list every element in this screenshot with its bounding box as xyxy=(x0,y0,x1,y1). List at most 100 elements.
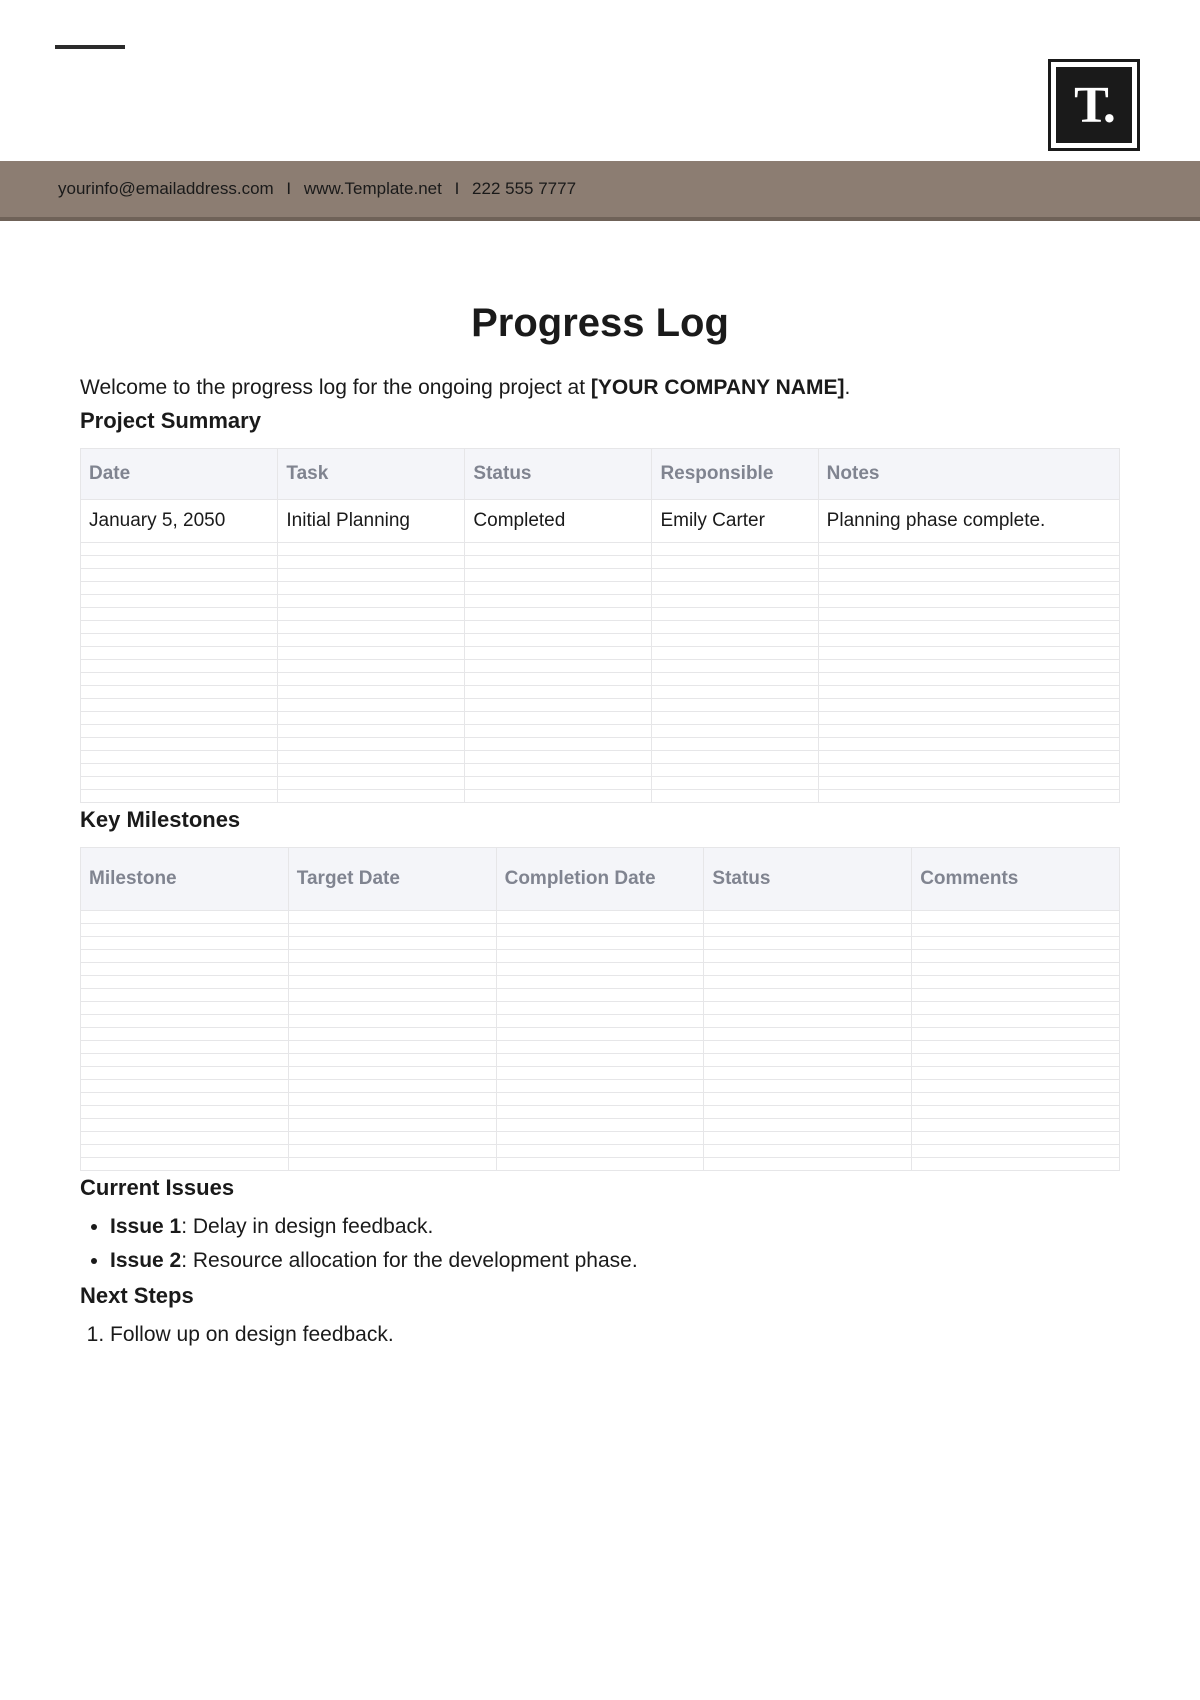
table-row xyxy=(81,1002,1120,1015)
table-cell xyxy=(652,725,818,738)
table-cell xyxy=(704,1002,912,1015)
table-cell xyxy=(81,608,278,621)
intro-suffix: . xyxy=(844,376,850,399)
table-cell xyxy=(912,1002,1120,1015)
table-row xyxy=(81,950,1120,963)
table-cell xyxy=(496,950,704,963)
table-cell xyxy=(818,712,1119,725)
table-cell xyxy=(704,1132,912,1145)
table-cell xyxy=(278,621,465,634)
table-row xyxy=(81,660,1120,673)
table-cell xyxy=(704,1054,912,1067)
table-cell xyxy=(465,777,652,790)
table-row: January 5, 2050Initial PlanningCompleted… xyxy=(81,500,1120,543)
table-cell xyxy=(496,1015,704,1028)
table-row xyxy=(81,989,1120,1002)
table-cell xyxy=(465,634,652,647)
table-cell xyxy=(496,1041,704,1054)
table-row xyxy=(81,647,1120,660)
table-cell xyxy=(288,924,496,937)
table-cell xyxy=(288,1015,496,1028)
table-cell xyxy=(652,608,818,621)
table-cell xyxy=(81,989,289,1002)
section-project-summary: Project Summary xyxy=(80,408,1120,434)
table-cell xyxy=(652,556,818,569)
table-row xyxy=(81,1041,1120,1054)
table-cell xyxy=(288,1106,496,1119)
table-cell xyxy=(912,1093,1120,1106)
table-row xyxy=(81,543,1120,556)
table-row xyxy=(81,673,1120,686)
table-cell xyxy=(496,1028,704,1041)
section-next-steps: Next Steps xyxy=(80,1283,1120,1309)
table-cell xyxy=(912,924,1120,937)
table-cell xyxy=(496,1106,704,1119)
table-cell xyxy=(912,1119,1120,1132)
table-cell xyxy=(496,911,704,924)
intro-company: [YOUR COMPANY NAME] xyxy=(591,376,845,399)
th-milestone: Milestone xyxy=(81,848,289,911)
table-cell xyxy=(818,751,1119,764)
table-cell xyxy=(912,1041,1120,1054)
info-website: www.Template.net xyxy=(304,179,442,198)
table-row xyxy=(81,595,1120,608)
issue-label: Issue 1 xyxy=(110,1215,181,1238)
table-cell xyxy=(465,790,652,803)
table-cell xyxy=(496,1093,704,1106)
table-cell xyxy=(288,1080,496,1093)
table-cell xyxy=(465,608,652,621)
table-row xyxy=(81,1080,1120,1093)
table-cell xyxy=(652,543,818,556)
table-cell xyxy=(465,647,652,660)
table-cell xyxy=(288,937,496,950)
table-cell xyxy=(496,1145,704,1158)
table-cell xyxy=(81,595,278,608)
table-cell xyxy=(288,976,496,989)
table-cell xyxy=(496,963,704,976)
table-cell: Planning phase complete. xyxy=(818,500,1119,543)
table-cell xyxy=(465,699,652,712)
table-row xyxy=(81,1093,1120,1106)
table-cell xyxy=(465,556,652,569)
table-cell xyxy=(818,673,1119,686)
summary-table: Date Task Status Responsible Notes Janua… xyxy=(80,448,1120,803)
table-cell xyxy=(278,543,465,556)
table-cell xyxy=(652,790,818,803)
table-cell xyxy=(81,738,278,751)
table-cell xyxy=(704,1080,912,1093)
table-cell xyxy=(496,1119,704,1132)
intro-prefix: Welcome to the progress log for the ongo… xyxy=(80,376,591,399)
table-row xyxy=(81,738,1120,751)
table-cell xyxy=(288,989,496,1002)
table-cell xyxy=(818,556,1119,569)
table-cell xyxy=(81,937,289,950)
table-row xyxy=(81,777,1120,790)
table-cell xyxy=(818,543,1119,556)
table-cell xyxy=(81,1158,289,1171)
table-row xyxy=(81,751,1120,764)
th-status: Status xyxy=(704,848,912,911)
table-cell xyxy=(652,660,818,673)
th-target-date: Target Date xyxy=(288,848,496,911)
table-cell xyxy=(81,790,278,803)
table-cell xyxy=(818,608,1119,621)
table-cell xyxy=(496,924,704,937)
table-cell xyxy=(278,686,465,699)
table-cell xyxy=(81,543,278,556)
table-cell xyxy=(912,911,1120,924)
list-item: Issue 1: Delay in design feedback. xyxy=(110,1215,1120,1239)
table-cell xyxy=(288,950,496,963)
table-cell xyxy=(652,712,818,725)
section-current-issues: Current Issues xyxy=(80,1175,1120,1201)
table-cell xyxy=(81,764,278,777)
table-cell xyxy=(81,1041,289,1054)
table-cell xyxy=(912,937,1120,950)
table-cell xyxy=(704,937,912,950)
table-cell xyxy=(496,1158,704,1171)
table-cell xyxy=(81,556,278,569)
table-cell xyxy=(288,963,496,976)
table-cell xyxy=(912,1054,1120,1067)
milestones-table: Milestone Target Date Completion Date St… xyxy=(80,847,1120,1171)
table-cell xyxy=(278,660,465,673)
table-cell xyxy=(818,699,1119,712)
